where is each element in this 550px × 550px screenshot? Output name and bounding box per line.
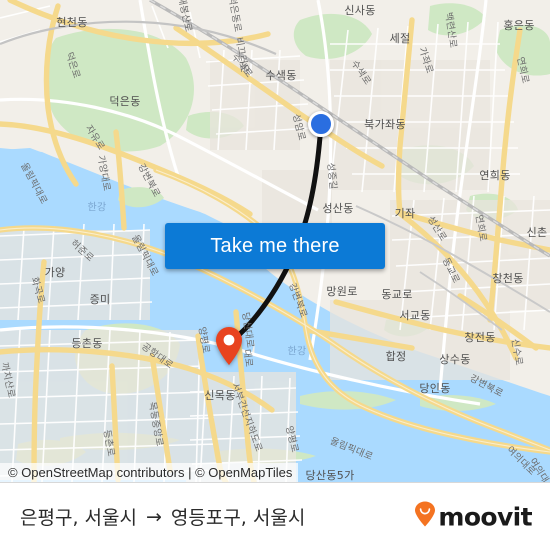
moovit-logo[interactable]: moovit [414,501,533,532]
origin-marker[interactable] [308,111,334,137]
map-attribution[interactable]: © OpenStreetMap contributors | © OpenMap… [0,463,299,482]
footer-bar: 은평구, 서울시 → 영등포구, 서울시 moovit [0,482,550,550]
route-summary: 은평구, 서울시 → 영등포구, 서울시 [20,503,305,530]
take-me-there-label: Take me there [210,234,340,257]
moovit-pin-icon [414,501,436,532]
map-canvas[interactable]: 현천동 덕은동 덕은로 자유로 매봉산로 덕은동로 수색로 수색동 신사동 세절 백련산로 홍은동 가좌… [0,0,550,482]
moovit-map-screen: 현천동 덕은동 덕은로 자유로 매봉산로 덕은동로 수색로 수색동 신사동 세절 백련산로 홍은동 가좌… [0,0,550,550]
take-me-there-button[interactable]: Take me there [165,223,385,269]
arrow-right-icon: → [145,505,162,528]
route-origin-label: 은평구, 서울시 [20,507,137,529]
moovit-wordmark: moovit [438,502,532,531]
route-destination-label: 영등포구, 서울시 [170,507,306,529]
destination-marker[interactable] [214,326,244,366]
